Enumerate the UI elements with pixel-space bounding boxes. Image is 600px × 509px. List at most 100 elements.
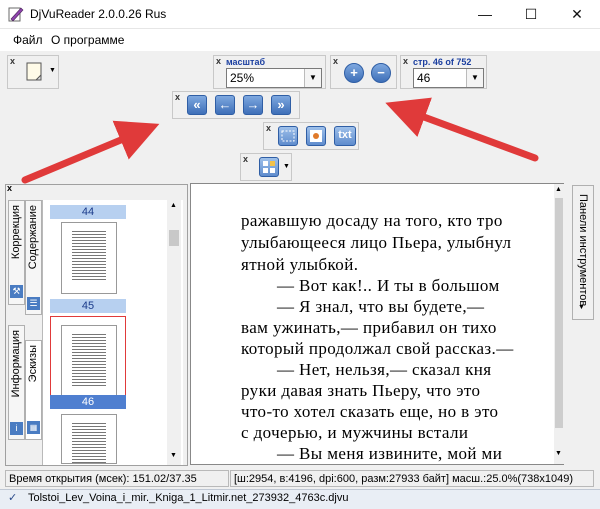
maximize-icon[interactable]: ☐: [508, 0, 554, 28]
status-open-time: Время открытия (мсек): 151.02/37.35: [5, 470, 229, 487]
document-scrollbar[interactable]: ▲ ▼: [554, 184, 564, 464]
doc-line: с дочерью, и мужчины встали: [241, 423, 469, 442]
toolbar-close-icon[interactable]: x: [10, 56, 15, 66]
prev-page-icon[interactable]: ←: [215, 95, 235, 115]
scroll-up-icon[interactable]: ▲: [555, 186, 562, 193]
scroll-down-icon[interactable]: ▼: [555, 450, 562, 457]
toolbar-close-icon[interactable]: x: [175, 92, 180, 102]
txt-button[interactable]: txt: [334, 126, 356, 146]
picture-icon[interactable]: [306, 126, 326, 146]
chevron-down-icon: ▼: [578, 304, 585, 311]
doc-line: — Нет, нельзя,— сказал кня: [277, 360, 492, 379]
wrench-icon: ⚒: [10, 285, 23, 298]
toolbar-close-icon[interactable]: x: [266, 123, 271, 133]
page-label: стр. 46 of 752: [413, 57, 472, 67]
doc-line: руки давая знать Пьеру, что это: [241, 381, 481, 400]
next-page-icon[interactable]: →: [243, 95, 263, 115]
toolbar-close-icon[interactable]: x: [403, 56, 408, 66]
select-area-icon[interactable]: [278, 126, 298, 146]
tab-contents[interactable]: Содержание ☰: [25, 200, 42, 315]
chevron-down-icon[interactable]: ▼: [304, 69, 321, 87]
status-page-info: [ш:2954, в:4196, dpi:600, разм:27933 бай…: [230, 470, 594, 487]
image-icon: [310, 130, 322, 142]
doc-line: — Вы меня извините, мой ми: [277, 444, 503, 463]
tools-panel-tab[interactable]: Панели инструментов ▼: [572, 185, 594, 320]
zoom-value: 25%: [230, 71, 255, 85]
zoom-in-icon[interactable]: +: [344, 63, 364, 83]
toolbar-tools: x txt: [263, 122, 359, 150]
toolbar-navigation: x « ← → »: [172, 91, 300, 119]
doc-line: вам ужинать,— прибавил он тихо: [241, 318, 497, 337]
toolbar-view: x ▼: [240, 153, 292, 181]
doc-line: ражавшую досаду на того, кто тро: [241, 211, 503, 230]
scrollbar-thumb[interactable]: [555, 198, 563, 428]
minimize-icon[interactable]: —: [462, 0, 508, 28]
dashed-rect-icon: [281, 130, 295, 142]
doc-line: ятной улыбкой.: [241, 255, 359, 274]
check-icon: ✓: [8, 492, 18, 504]
title-bar: DjVuReader 2.0.0.26 Rus — ☐ ✕: [0, 0, 600, 29]
first-page-icon[interactable]: «: [187, 95, 207, 115]
thumbnail-page-45[interactable]: [61, 222, 117, 294]
menu-file[interactable]: Файл: [13, 33, 43, 47]
thumbnail-text: [72, 231, 106, 281]
tab-thumbnails[interactable]: Эскизы ▦: [25, 340, 42, 440]
toolbar-page: x стр. 46 of 752 46 ▼: [400, 55, 487, 89]
tab-info-label: Информация: [10, 330, 22, 398]
thumbnail-text: [72, 423, 106, 463]
page-value: 46: [417, 71, 431, 85]
doc-line: что-то хотел сказать еще, но в это: [241, 402, 499, 421]
toolbar-close-icon[interactable]: x: [243, 154, 248, 164]
arrow-left: [21, 120, 160, 184]
thumbnail-list[interactable]: 44 45 46 ▲ ▼: [42, 200, 183, 465]
scroll-down-icon[interactable]: ▼: [170, 452, 177, 459]
thumbnail-page-47[interactable]: [61, 414, 117, 464]
list-icon: ☰: [27, 297, 40, 310]
tools-panel-label: Панели инструментов: [577, 194, 589, 307]
doc-line: который продолжал свой рассказ.—: [241, 339, 514, 358]
menu-about[interactable]: О программе: [51, 33, 124, 47]
tab-correction-label: Коррекция: [10, 205, 22, 260]
app-icon: [8, 7, 24, 22]
toolbar-zoom-buttons: x + −: [330, 55, 397, 89]
page-number-46: 46: [50, 395, 126, 409]
panel-close-icon[interactable]: x: [7, 183, 12, 193]
window-title: DjVuReader 2.0.0.26 Rus: [30, 7, 167, 21]
tab-info[interactable]: Информация i: [8, 325, 25, 440]
page-layout-icon[interactable]: [24, 61, 46, 83]
file-name[interactable]: Tolstoi_Lev_Voina_i_mir._Kniga_1_Litmir.…: [28, 492, 348, 504]
doc-line: улыбающееся лицо Пьера, улыбнул: [241, 233, 512, 252]
toolbar-page-layout: x ▼: [7, 55, 59, 89]
toolbar-close-icon[interactable]: x: [333, 56, 338, 66]
tab-correction[interactable]: Коррекция ⚒: [8, 200, 25, 305]
chevron-down-icon[interactable]: ▼: [283, 163, 290, 170]
doc-line: — Я знал, что вы будете,—: [277, 297, 485, 316]
thumbnail-scrollbar[interactable]: ▲ ▼: [167, 200, 181, 465]
page-number-44: 44: [50, 205, 126, 219]
layout-icon[interactable]: [259, 157, 279, 177]
chevron-down-icon[interactable]: ▼: [466, 69, 483, 87]
scrollbar-thumb[interactable]: [169, 230, 179, 246]
toolbar-close-icon[interactable]: x: [216, 56, 221, 66]
zoom-combo[interactable]: 25% ▼: [226, 68, 322, 88]
scroll-up-icon[interactable]: ▲: [170, 202, 177, 209]
toolbar-zoom: x масштаб 25% ▼: [213, 55, 326, 89]
close-icon[interactable]: ✕: [554, 0, 600, 28]
tab-contents-label: Содержание: [27, 205, 39, 270]
thumbnail-text: [72, 334, 106, 386]
arrow-right: [385, 97, 539, 162]
info-icon: i: [10, 422, 23, 435]
file-tab-bar: ✓ Tolstoi_Lev_Voina_i_mir._Kniga_1_Litmi…: [0, 489, 600, 509]
page-combo[interactable]: 46 ▼: [413, 68, 484, 88]
tab-thumbnails-label: Эскизы: [27, 345, 39, 383]
chevron-down-icon[interactable]: ▼: [49, 67, 56, 74]
page-number-45: 45: [50, 299, 126, 313]
grid-icon: [263, 161, 275, 173]
document-view[interactable]: ражавшую досаду на того, кто тро улыбающ…: [190, 183, 564, 465]
zoom-label: масштаб: [226, 57, 266, 67]
doc-line: — Вот как!.. И ты в большом: [277, 276, 500, 295]
zoom-out-icon[interactable]: −: [371, 63, 391, 83]
last-page-icon[interactable]: »: [271, 95, 291, 115]
thumbnails-icon: ▦: [27, 421, 40, 434]
thumbnail-page-46: [61, 325, 117, 399]
